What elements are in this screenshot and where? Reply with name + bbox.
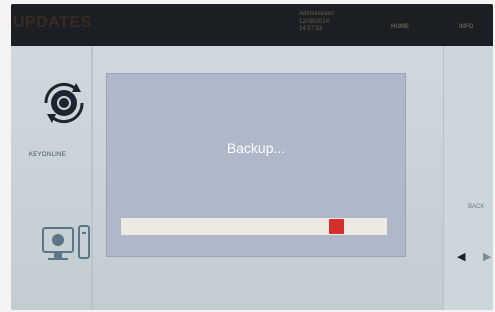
right-panel	[443, 46, 493, 310]
nav-info[interactable]: INFO	[459, 24, 473, 30]
sync-icon	[44, 82, 84, 124]
computer-icon[interactable]	[41, 222, 93, 270]
arrow-right-icon[interactable]: ▶	[483, 250, 491, 263]
time-text: 14:57:53	[299, 26, 323, 32]
user-name: Administrator	[299, 11, 335, 17]
device-screen: UPDATES Administrator 12/08/2014 14:57:5…	[11, 4, 493, 310]
page-title: UPDATES	[13, 14, 92, 31]
top-bar: UPDATES Administrator 12/08/2014 14:57:5…	[11, 4, 493, 46]
keyonline-tile[interactable]	[19, 80, 99, 180]
progress-indicator	[329, 219, 344, 234]
nav-home[interactable]: HOME	[391, 24, 409, 30]
tile-label-keyonline: KEYONLINE	[29, 152, 67, 158]
arrow-left-icon[interactable]: ◀	[457, 250, 465, 263]
user-info: Administrator 12/08/2014 14:57:53	[299, 11, 334, 34]
back-button[interactable]: BACK	[468, 204, 484, 210]
backup-dialog: Backup...	[107, 74, 405, 256]
dialog-title: Backup...	[226, 140, 286, 156]
progress-bar	[121, 218, 387, 235]
date-text: 12/08/2014	[299, 18, 330, 25]
